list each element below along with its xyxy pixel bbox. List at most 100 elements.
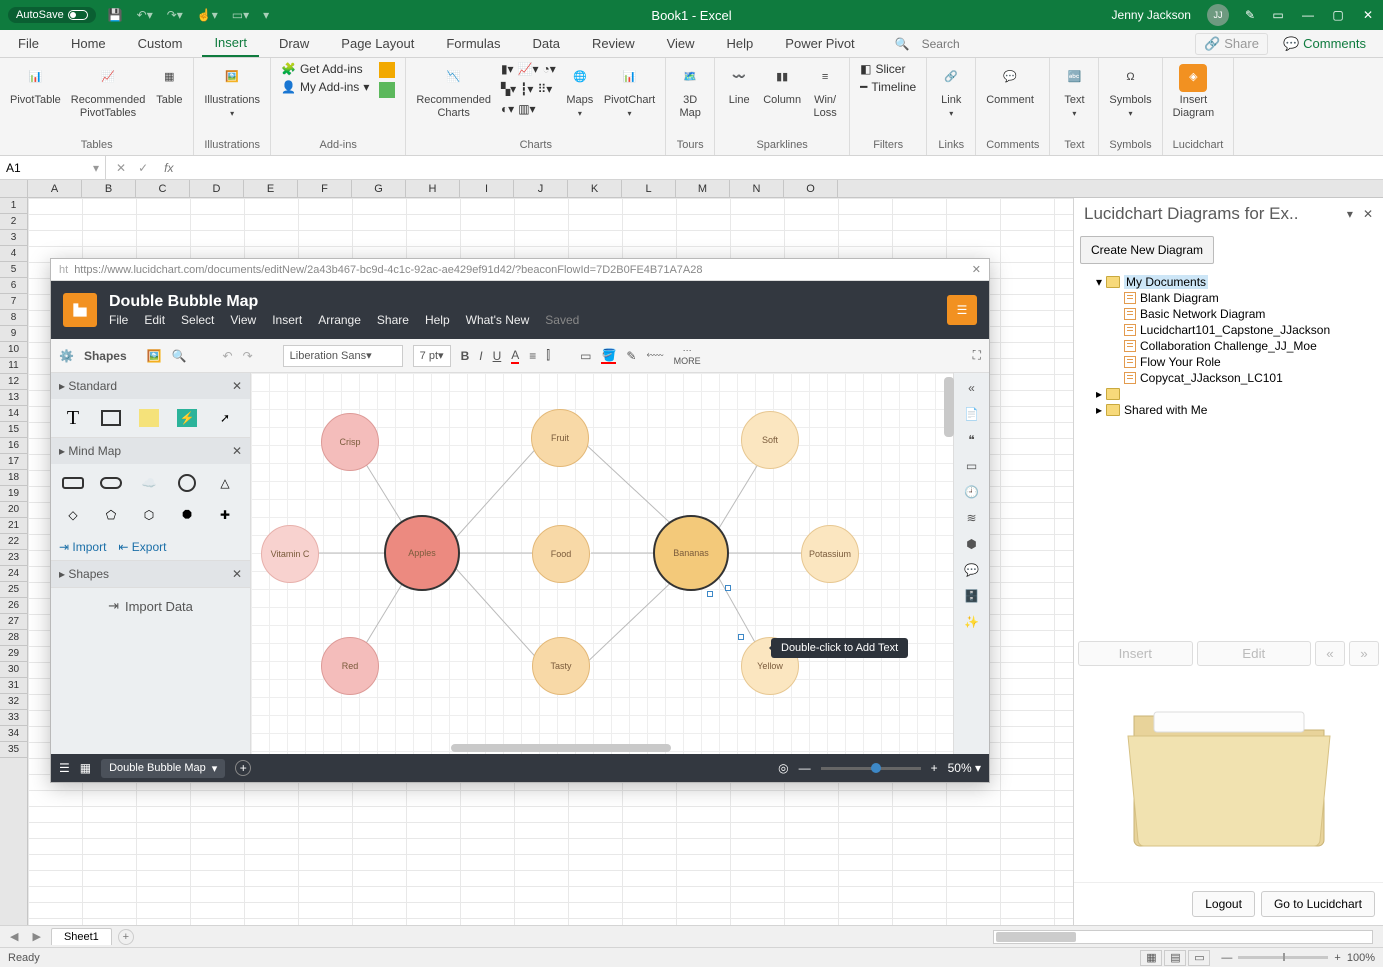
col-header[interactable]: H (406, 180, 460, 197)
comment-button[interactable]: 💬Comment (986, 62, 1034, 107)
search-icon[interactable]: 🔍 (895, 37, 910, 51)
pivottable-button[interactable]: 📊PivotTable (10, 62, 61, 107)
col-header[interactable]: F (298, 180, 352, 197)
row-header[interactable]: 20 (0, 502, 27, 518)
lucid-close-icon[interactable]: ✕ (972, 263, 981, 276)
bubble-vitaminc[interactable]: Vitamin C (261, 525, 319, 583)
row-header[interactable]: 31 (0, 678, 27, 694)
recommended-charts-button[interactable]: 📉Recommended Charts (416, 62, 491, 120)
row-header[interactable]: 34 (0, 726, 27, 742)
illustrations-button[interactable]: 🖼️Illustrations▾ (204, 62, 260, 119)
bubble-fruit[interactable]: Fruit (531, 409, 589, 467)
zoom-in-icon[interactable]: + (1334, 952, 1340, 964)
lucid-hscroll[interactable] (451, 744, 671, 752)
lucid-menu-select[interactable]: Select (181, 313, 214, 327)
close-icon[interactable]: ✕ (1361, 8, 1375, 22)
ribbon-options-icon[interactable]: ▭ (1271, 8, 1285, 22)
row-header[interactable]: 6 (0, 278, 27, 294)
lucid-panel-close-icon-3[interactable]: ✕ (232, 567, 242, 581)
row-header[interactable]: 12 (0, 374, 27, 390)
sheet-nav-prev-icon[interactable]: ◀ (6, 930, 22, 943)
page-next-button[interactable]: » (1349, 641, 1379, 666)
comments-button[interactable]: 💬 Comments (1276, 35, 1373, 53)
col-header[interactable]: O (784, 180, 838, 197)
lucid-fill-color-icon[interactable]: 🪣 (601, 348, 616, 364)
col-header[interactable]: M (676, 180, 730, 197)
row-header[interactable]: 3 (0, 230, 27, 246)
tree-doc[interactable]: Basic Network Diagram (1080, 306, 1377, 322)
bubble-tasty[interactable]: Tasty (532, 637, 590, 695)
lucid-collapse-icon[interactable]: « (968, 381, 975, 395)
tab-powerpivot[interactable]: Power Pivot (773, 30, 866, 57)
col-header[interactable]: J (514, 180, 568, 197)
pivotchart-button[interactable]: 📊PivotChart▾ (604, 62, 655, 119)
view-pagebreak-icon[interactable]: ▭ (1188, 950, 1210, 966)
shape-cloud[interactable]: ☁️ (135, 472, 163, 494)
bubble-soft[interactable]: Soft (741, 411, 799, 469)
lucid-canvas[interactable]: Crisp Fruit Soft Vitamin C Apples Food B… (251, 373, 953, 754)
shape-rounded[interactable] (59, 472, 87, 494)
sheet-tab[interactable]: Sheet1 (51, 928, 112, 945)
row-header[interactable]: 16 (0, 438, 27, 454)
share-button[interactable]: 🔗 Share (1195, 33, 1268, 55)
lucid-fontsize-select[interactable]: 7 pt ▾ (413, 345, 451, 367)
lucid-zoom-out-icon[interactable]: — (799, 761, 811, 775)
tree-doc[interactable]: Collaboration Challenge_JJ_Moe (1080, 338, 1377, 354)
3d-map-button[interactable]: 🗺️3D Map (676, 62, 704, 120)
taskpane-close-icon[interactable]: ✕ (1363, 207, 1373, 221)
lucid-zoom-slider[interactable] (821, 767, 921, 770)
lucid-panel-mindmap[interactable]: Mind Map (68, 444, 121, 458)
shape-rect[interactable] (97, 407, 125, 429)
col-header[interactable]: K (568, 180, 622, 197)
col-header[interactable]: E (244, 180, 298, 197)
new-sheet-icon[interactable]: ▭▾ (232, 8, 249, 22)
lucid-more-icon[interactable]: ⋯MORE (674, 345, 701, 366)
bubble-food[interactable]: Food (532, 525, 590, 583)
lucid-logo-icon[interactable] (63, 293, 97, 327)
symbols-button[interactable]: ΩSymbols▾ (1109, 62, 1151, 119)
lucid-menu-insert[interactable]: Insert (272, 313, 302, 327)
row-header[interactable]: 24 (0, 566, 27, 582)
combo-chart-icon[interactable]: ◐▾ (501, 102, 514, 116)
slicer-button[interactable]: ◧ Slicer (860, 62, 916, 76)
row-header[interactable]: 1 (0, 198, 27, 214)
row-header[interactable]: 13 (0, 390, 27, 406)
lucid-text-color-icon[interactable]: A (511, 348, 519, 364)
shape-arrow[interactable]: ➚ (211, 407, 239, 429)
lucid-italic-icon[interactable]: I (479, 349, 482, 363)
row-header[interactable]: 27 (0, 614, 27, 630)
row-header[interactable]: 14 (0, 406, 27, 422)
row-header[interactable]: 23 (0, 550, 27, 566)
lucid-panel-standard[interactable]: Standard (68, 379, 117, 393)
sheet-nav-next-icon[interactable]: ▶ (28, 930, 44, 943)
pie-chart-icon[interactable]: ◔▾ (543, 62, 556, 76)
lucid-align-icon[interactable]: ≡ (529, 349, 536, 363)
tab-custom[interactable]: Custom (126, 30, 195, 57)
name-box[interactable]: A1▾ (0, 156, 106, 179)
tab-insert[interactable]: Insert (202, 30, 259, 57)
table-button[interactable]: ▦Table (155, 62, 183, 107)
shape-note[interactable] (135, 407, 163, 429)
new-sheet-button[interactable]: + (118, 929, 134, 945)
shape-triangle[interactable]: △ (211, 472, 239, 494)
hierarchy-chart-icon[interactable]: ▚▾ (501, 82, 516, 96)
lucid-present-icon[interactable]: ▭ (966, 459, 977, 473)
tree-doc[interactable]: Blank Diagram (1080, 290, 1377, 306)
zoom-out-icon[interactable]: — (1221, 952, 1232, 964)
lucid-data-icon[interactable]: ⬢ (966, 537, 976, 551)
tree-doc[interactable]: Copycat_JJackson_LC101 (1080, 370, 1377, 386)
sparkline-line-button[interactable]: 〰️Line (725, 62, 753, 107)
lucid-hamburger-icon[interactable]: ☰ (947, 295, 977, 325)
lucid-list-icon[interactable]: ☰ (59, 761, 70, 775)
row-header[interactable]: 18 (0, 470, 27, 486)
col-header[interactable]: D (190, 180, 244, 197)
lucid-magic-icon[interactable]: ✨ (964, 615, 979, 629)
save-icon[interactable]: 💾 (108, 8, 123, 22)
avatar[interactable]: JJ (1207, 4, 1229, 26)
col-header[interactable]: A (28, 180, 82, 197)
taskpane-menu-icon[interactable]: ▾ (1347, 207, 1353, 221)
lucid-layers-icon[interactable]: ≋ (966, 511, 976, 525)
row-header[interactable]: 29 (0, 646, 27, 662)
bubble-potassium[interactable]: Potassium (801, 525, 859, 583)
row-header[interactable]: 11 (0, 358, 27, 374)
